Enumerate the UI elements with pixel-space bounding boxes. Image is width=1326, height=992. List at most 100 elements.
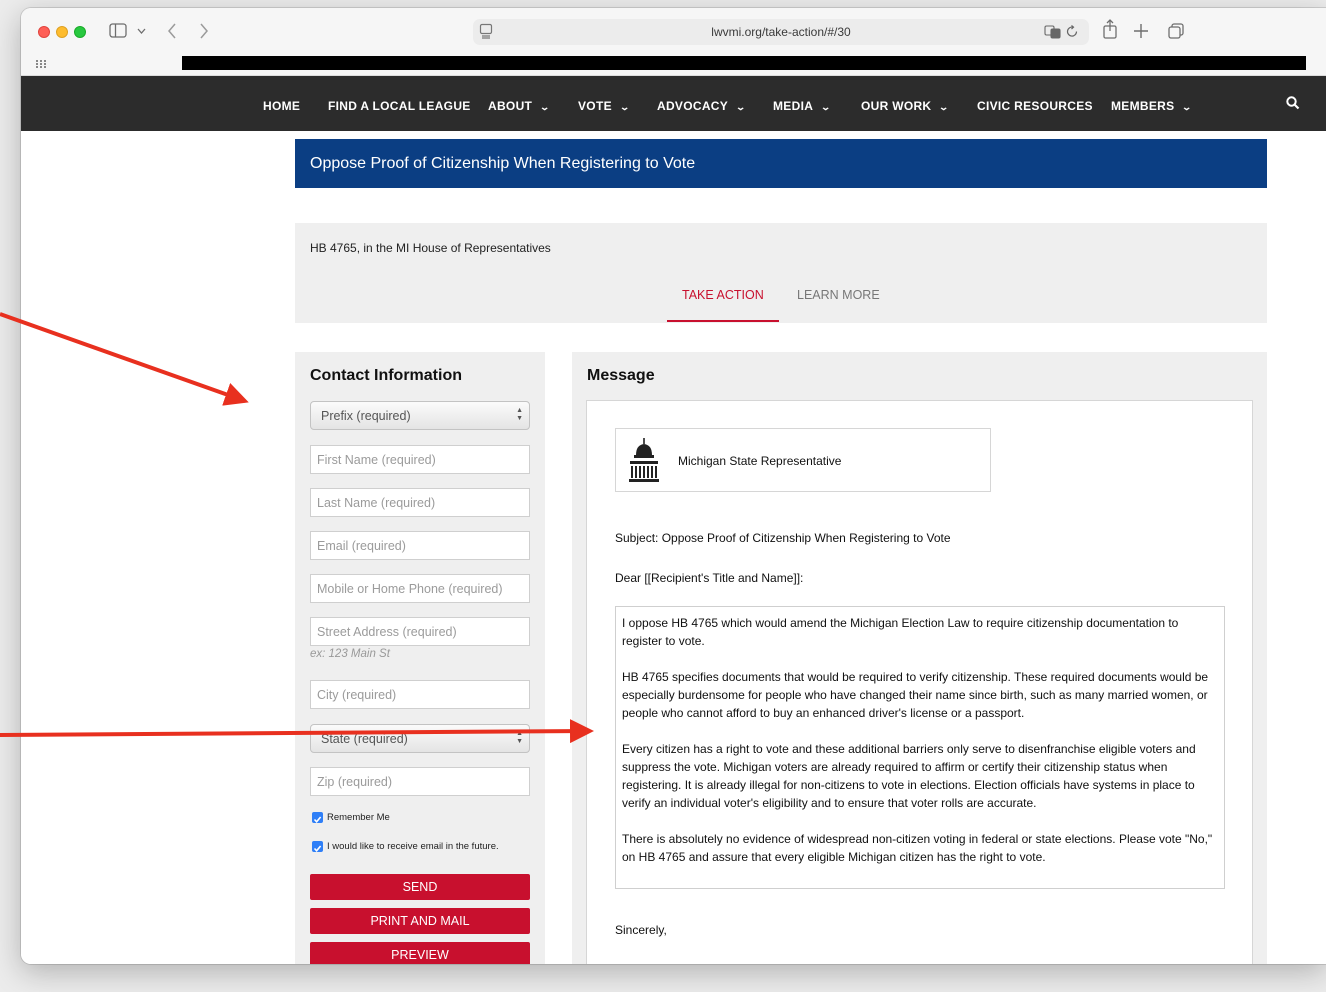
tab-overview-icon[interactable] — [1168, 23, 1184, 39]
send-button-label: SEND — [402, 880, 438, 894]
nav-advocacy-label: ADVOCACY — [657, 99, 729, 113]
chevron-down-icon: ⌄ — [539, 102, 551, 112]
main-navigation: HOME FIND A LOCAL LEAGUE ABOUT ⌄ VOTE ⌄ AD… — [21, 76, 1326, 131]
grid-icon[interactable] — [36, 60, 46, 68]
minimize-window-button[interactable] — [56, 26, 68, 38]
receive-email-checkbox[interactable] — [312, 841, 323, 853]
active-tab-indicator — [667, 320, 779, 322]
bill-description: HB 4765, in the MI House of Representati… — [310, 241, 551, 255]
nav-about-label: ABOUT — [488, 99, 533, 113]
city-field[interactable]: City (required) — [310, 680, 530, 709]
back-icon[interactable] — [167, 23, 177, 39]
prefix-select[interactable]: Prefix (required) ▲ ▼ — [310, 401, 530, 430]
print-and-mail-button-label: PRINT AND MAIL — [370, 914, 470, 928]
search-icon[interactable] — [1286, 96, 1300, 110]
phone-placeholder: Mobile or Home Phone (required) — [317, 582, 503, 596]
address-url: lwvmi.org/take-action/#/30 — [711, 25, 851, 39]
contact-information-panel: Contact Information Prefix (required) ▲ ▼… — [295, 352, 545, 964]
message-paragraph: I oppose HB 4765 which would amend the M… — [622, 616, 1179, 648]
chevron-down-icon[interactable] — [137, 28, 146, 35]
nav-vote-label: VOTE — [578, 99, 612, 113]
nav-about[interactable]: ABOUT ⌄ — [488, 99, 551, 113]
chevron-down-icon: ⌄ — [1181, 102, 1193, 112]
browser-titlebar: lwvmi.org/take-action/#/30 — [21, 8, 1326, 55]
browser-window: lwvmi.org/take-action/#/30 HOME FIND A L… — [21, 8, 1326, 964]
message-closing: Sincerely, — [615, 923, 667, 937]
nav-civic-resources[interactable]: CIVIC RESOURCES — [977, 99, 1093, 113]
preview-button-label: PREVIEW — [391, 948, 449, 962]
city-placeholder: City (required) — [317, 688, 397, 702]
street-address-field[interactable]: Street Address (required) — [310, 617, 530, 646]
message-textarea[interactable]: I oppose HB 4765 which would amend the M… — [615, 606, 1225, 889]
remember-me-checkbox[interactable] — [312, 812, 323, 824]
tab-take-action[interactable]: TAKE ACTION — [682, 288, 764, 302]
message-paragraph: HB 4765 specifies documents that would b… — [622, 670, 1209, 720]
select-arrows-icon: ▲ ▼ — [516, 730, 523, 745]
nav-members-label: MEMBERS — [1111, 99, 1175, 113]
message-paragraph: Every citizen has a right to vote and th… — [622, 742, 1196, 810]
share-icon[interactable] — [1103, 19, 1117, 39]
message-subject: Subject: Oppose Proof of Citizenship Whe… — [615, 531, 951, 545]
checkmark-icon — [313, 816, 322, 824]
nav-home[interactable]: HOME — [263, 99, 300, 113]
zip-placeholder: Zip (required) — [317, 775, 393, 789]
message-heading: Message — [587, 367, 655, 384]
message-paragraph: There is absolutely no evidence of wides… — [622, 832, 1213, 864]
nav-vote[interactable]: VOTE ⌄ — [578, 99, 630, 113]
nav-civic-resources-label: CIVIC RESOURCES — [977, 99, 1093, 113]
chevron-down-icon: ⌄ — [938, 102, 950, 112]
email-placeholder: Email (required) — [317, 539, 406, 553]
nav-members[interactable]: MEMBERS ⌄ — [1111, 99, 1193, 113]
close-window-button[interactable] — [38, 26, 50, 38]
street-address-hint: ex: 123 Main St — [310, 648, 390, 660]
reload-icon[interactable] — [1066, 25, 1079, 39]
state-select-value: State (required) — [321, 732, 408, 746]
chevron-down-icon: ⌄ — [820, 102, 832, 112]
checkmark-icon — [313, 845, 322, 853]
first-name-placeholder: First Name (required) — [317, 453, 436, 467]
print-and-mail-button[interactable]: PRINT AND MAIL — [310, 908, 530, 934]
message-salutation: Dear [[Recipient's Title and Name]]: — [615, 571, 804, 585]
send-button[interactable]: SEND — [310, 874, 530, 900]
nav-find-local-league[interactable]: FIND A LOCAL LEAGUE — [328, 99, 471, 113]
sidebar-icon[interactable] — [109, 23, 127, 39]
preview-button[interactable]: PREVIEW — [310, 942, 530, 964]
nav-our-work[interactable]: OUR WORK ⌄ — [861, 99, 950, 113]
remember-me-label: Remember Me — [327, 812, 390, 823]
page-content: Oppose Proof of Citizenship When Registe… — [21, 131, 1326, 964]
forward-icon[interactable] — [199, 23, 209, 39]
tab-learn-more[interactable]: LEARN MORE — [797, 288, 880, 302]
nav-media-label: MEDIA — [773, 99, 814, 113]
address-bar[interactable]: lwvmi.org/take-action/#/30 — [473, 19, 1089, 45]
nav-home-label: HOME — [263, 99, 301, 113]
translate-icon[interactable] — [1044, 25, 1062, 39]
recipient-card: Michigan State Representative — [615, 428, 991, 492]
message-body: Michigan State Representative Subject: O… — [586, 400, 1253, 964]
campaign-title-banner: Oppose Proof of Citizenship When Registe… — [295, 139, 1267, 188]
zip-field[interactable]: Zip (required) — [310, 767, 530, 796]
last-name-placeholder: Last Name (required) — [317, 496, 436, 510]
state-select[interactable]: State (required) ▲ ▼ — [310, 724, 530, 753]
page-title: Oppose Proof of Citizenship When Registe… — [310, 155, 696, 172]
redaction-bar — [182, 56, 1306, 70]
bill-info-box: HB 4765, in the MI House of Representati… — [295, 223, 1267, 323]
chevron-down-icon: ⌄ — [735, 102, 747, 112]
new-tab-icon[interactable] — [1134, 24, 1148, 38]
street-address-placeholder: Street Address (required) — [317, 625, 457, 639]
nav-our-work-label: OUR WORK — [861, 99, 932, 113]
zoom-window-button[interactable] — [74, 26, 86, 38]
receive-email-label: I would like to receive email in the fut… — [327, 841, 499, 852]
bookmarks-bar — [21, 55, 1326, 76]
email-field[interactable]: Email (required) — [310, 531, 530, 560]
nav-advocacy[interactable]: ADVOCACY ⌄ — [657, 99, 747, 113]
capitol-building-icon — [629, 438, 659, 482]
select-arrows-icon: ▲ ▼ — [516, 407, 523, 422]
recipient-name: Michigan State Representative — [678, 454, 842, 468]
last-name-field[interactable]: Last Name (required) — [310, 488, 530, 517]
nav-find-local-league-label: FIND A LOCAL LEAGUE — [328, 99, 471, 113]
phone-field[interactable]: Mobile or Home Phone (required) — [310, 574, 530, 603]
contact-heading: Contact Information — [310, 367, 462, 384]
nav-media[interactable]: MEDIA ⌄ — [773, 99, 832, 113]
prefix-select-value: Prefix (required) — [321, 409, 411, 423]
first-name-field[interactable]: First Name (required) — [310, 445, 530, 474]
